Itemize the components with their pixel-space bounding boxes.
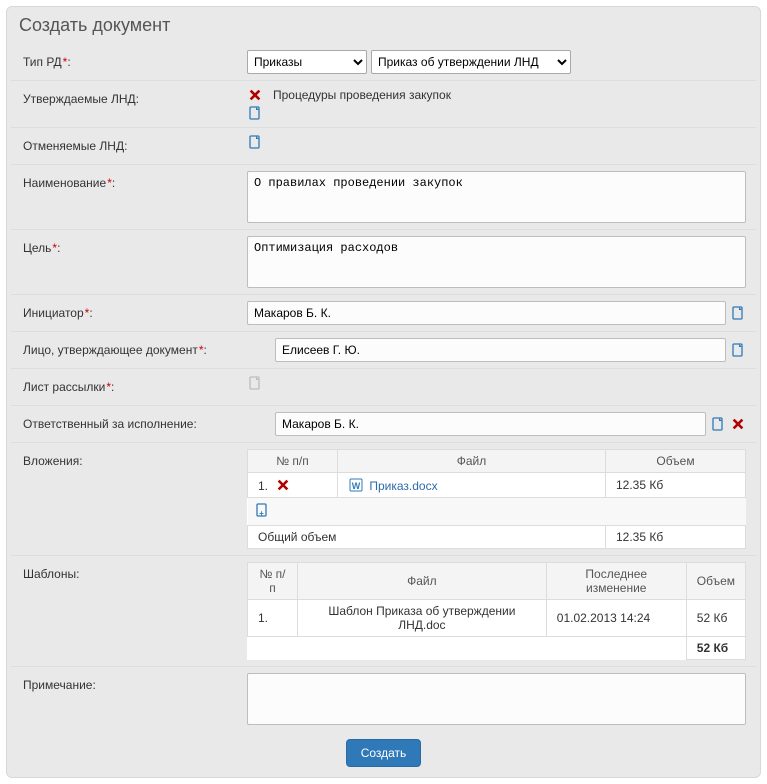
- note-input[interactable]: [247, 673, 746, 725]
- page-title: Создать документ: [19, 15, 752, 36]
- label-note: Примечание:: [15, 673, 247, 697]
- templates-table: № п/п Файл Последнее изменение Объем 1. …: [247, 562, 746, 660]
- remove-attachment-icon[interactable]: [275, 477, 291, 493]
- add-cancelled-lnd-icon[interactable]: [247, 134, 263, 150]
- template-row-size: 52 Кб: [686, 600, 745, 637]
- svg-text:W: W: [352, 481, 361, 491]
- templates-total-size: 52 Кб: [686, 637, 745, 660]
- add-attachment-icon[interactable]: +: [254, 502, 270, 518]
- svg-text:+: +: [259, 509, 264, 518]
- templates-th-file: Файл: [298, 563, 547, 600]
- attachment-row-size: 12.35 Кб: [606, 473, 746, 498]
- templates-th-size: Объем: [686, 563, 745, 600]
- clear-responsible-icon[interactable]: [730, 416, 746, 432]
- label-approved-lnd: Утверждаемые ЛНД:: [15, 87, 247, 111]
- responsible-input[interactable]: [275, 412, 706, 436]
- attachments-th-file: Файл: [338, 450, 606, 473]
- add-approved-lnd-icon[interactable]: [247, 105, 263, 121]
- label-approver: Лицо, утверждающее документ*:: [15, 338, 275, 362]
- templates-th-modified: Последнее изменение: [546, 563, 686, 600]
- create-button[interactable]: Создать: [346, 739, 422, 767]
- approved-lnd-item: Процедуры проведения закупок: [273, 88, 746, 102]
- attachments-th-num: № п/п: [248, 450, 338, 473]
- label-attachments: Вложения:: [15, 449, 247, 473]
- initiator-input[interactable]: [247, 301, 726, 325]
- template-file-link[interactable]: Шаблон Приказа об утверждении ЛНД.doc: [328, 604, 515, 632]
- label-cancelled-lnd: Отменяемые ЛНД:: [15, 134, 247, 158]
- attachments-th-size: Объем: [606, 450, 746, 473]
- create-document-panel: Создать документ Тип РД*: Приказы Приказ…: [6, 6, 761, 778]
- pick-responsible-icon[interactable]: [710, 416, 726, 432]
- template-row-num: 1.: [248, 600, 298, 637]
- templates-th-num: № п/п: [248, 563, 298, 600]
- remove-approved-lnd-icon[interactable]: [247, 87, 263, 103]
- attachment-file-link[interactable]: Приказ.docx: [369, 479, 437, 493]
- attachment-row-num: 1.: [258, 479, 268, 493]
- attachments-total-label: Общий объем: [248, 526, 606, 549]
- attachments-table: № п/п Файл Объем 1.: [247, 449, 746, 549]
- label-mailing-list: Лист рассылки*:: [15, 375, 247, 399]
- label-responsible: Ответственный за исполнение:: [15, 412, 275, 436]
- type-rd-select-2[interactable]: Приказ об утверждении ЛНД: [371, 50, 571, 74]
- type-rd-select-1[interactable]: Приказы: [247, 50, 367, 74]
- approver-input[interactable]: [275, 338, 726, 362]
- label-initiator: Инициатор*:: [15, 301, 247, 325]
- pick-initiator-icon[interactable]: [730, 305, 746, 321]
- pick-approver-icon[interactable]: [730, 342, 746, 358]
- word-file-icon: W: [348, 477, 364, 493]
- label-type-rd: Тип РД*:: [15, 50, 247, 74]
- attachments-total-size: 12.35 Кб: [606, 526, 746, 549]
- label-name: Наименование*:: [15, 171, 247, 195]
- label-purpose: Цель*:: [15, 236, 247, 260]
- pick-mailing-list-icon[interactable]: [247, 375, 263, 391]
- table-row: 1. Шаблон Приказа об утверждении ЛНД.doc…: [248, 600, 746, 637]
- template-row-modified: 01.02.2013 14:24: [546, 600, 686, 637]
- label-templates: Шаблоны:: [15, 562, 247, 586]
- table-row: 1. W Приказ.docx 12.35 Кб: [248, 473, 746, 498]
- name-input[interactable]: [247, 171, 746, 223]
- purpose-input[interactable]: [247, 236, 746, 288]
